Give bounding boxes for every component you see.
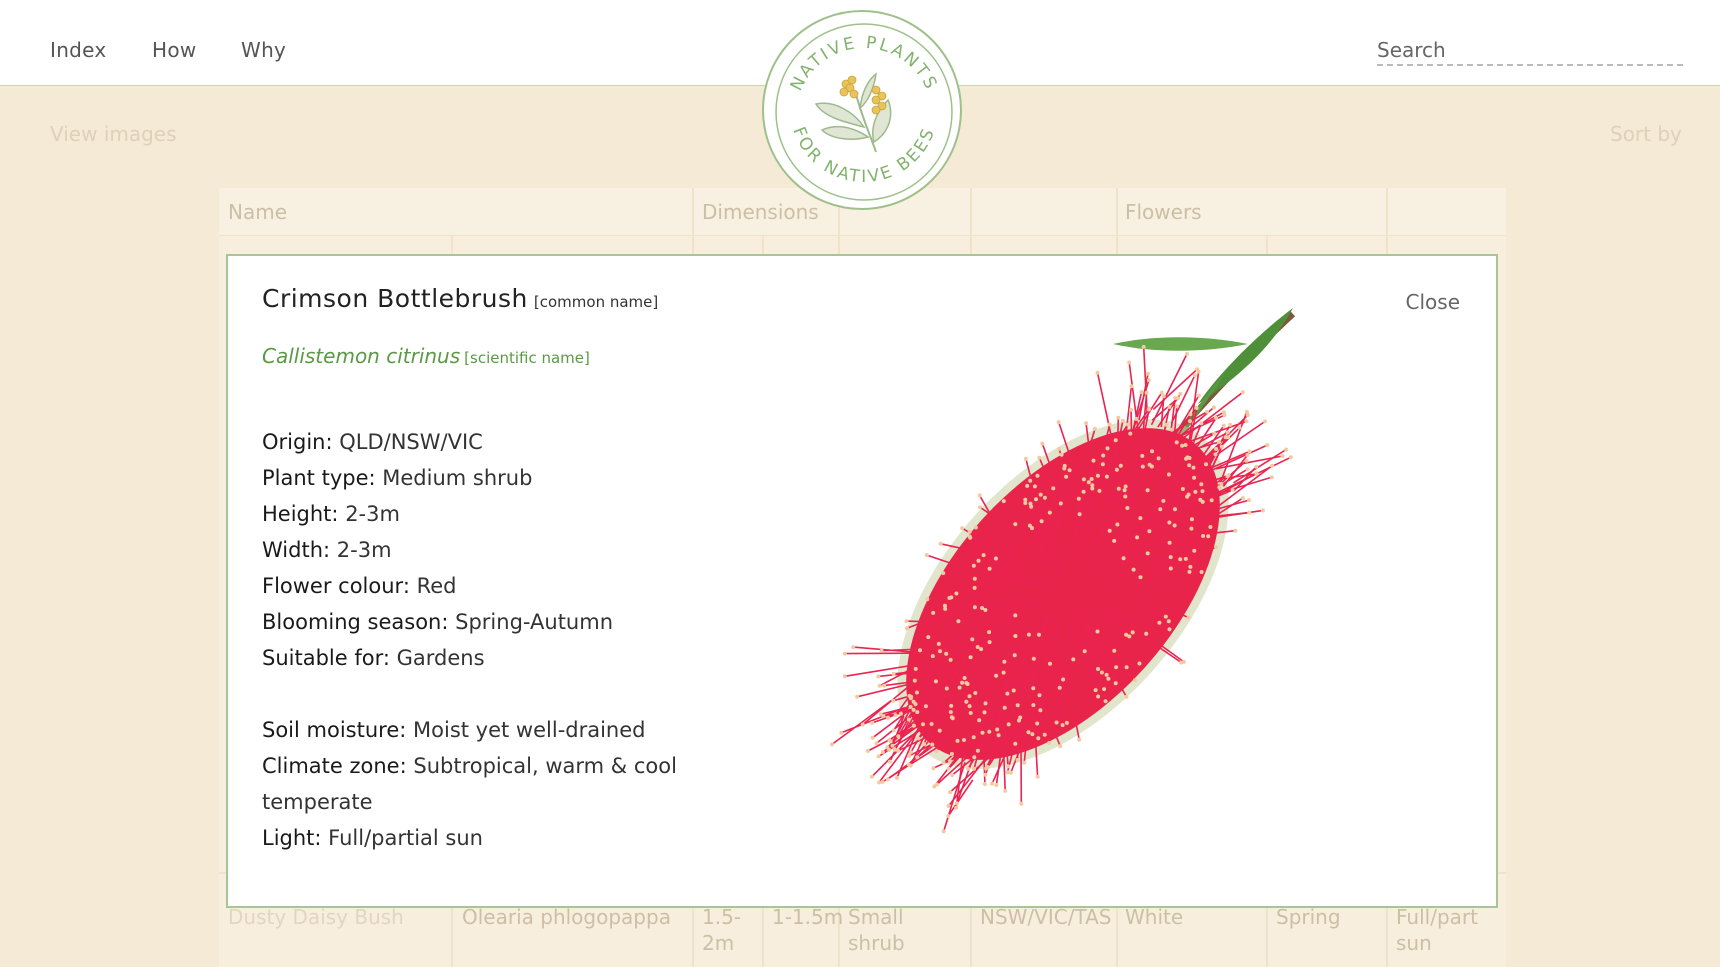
- plant-scientific: Callistemon citrinus [scientific name]: [262, 344, 590, 368]
- nav-index-link[interactable]: Index: [50, 38, 107, 62]
- table-divider: [219, 235, 1506, 236]
- attr-plant-type: Plant type: Medium shrub: [262, 466, 533, 490]
- common-name: Crimson Bottlebrush: [262, 284, 528, 313]
- attr-origin: Origin: QLD/NSW/VIC: [262, 430, 483, 454]
- plant-detail-modal: Close Crimson Bottlebrush [common name] C…: [226, 254, 1498, 908]
- nav-why-link[interactable]: Why: [241, 38, 286, 62]
- scientific-name: Callistemon citrinus: [262, 344, 461, 368]
- attr-flower-colour: Flower colour: Red: [262, 574, 457, 598]
- attr-width: Width: 2-3m: [262, 538, 392, 562]
- close-button[interactable]: Close: [1406, 290, 1460, 314]
- site-logo[interactable]: NATIVE PLANTS FOR NATIVE BEES: [762, 10, 962, 210]
- column-header-name[interactable]: Name: [228, 200, 287, 224]
- search-input[interactable]: [1377, 36, 1683, 64]
- attr-soil-moisture: Soil moisture: Moist yet well-drained: [262, 718, 646, 742]
- row-light: Full/part sun: [1396, 905, 1478, 955]
- attr-climate-zone: Climate zone: Subtropical, warm & cool t…: [262, 754, 677, 814]
- common-name-tag: [common name]: [533, 293, 659, 311]
- attr-height: Height: 2-3m: [262, 502, 400, 526]
- attr-blooming-season: Blooming season: Spring-Autumn: [262, 610, 614, 634]
- attr-light: Light: Full/partial sun: [262, 826, 483, 850]
- row-height: 1.5-2m: [702, 905, 742, 955]
- view-images-link[interactable]: View images: [50, 122, 177, 146]
- column-header-flowers[interactable]: Flowers: [1125, 200, 1202, 224]
- plant-title: Crimson Bottlebrush [common name]: [262, 284, 658, 313]
- bottlebrush-flower-image: [830, 308, 1296, 834]
- nav-how-link[interactable]: How: [152, 38, 197, 62]
- sort-by-button[interactable]: Sort by: [1610, 122, 1682, 146]
- search-field-wrapper: [1377, 36, 1683, 66]
- logo-emblem: NATIVE PLANTS FOR NATIVE BEES: [775, 23, 953, 201]
- plant-attributes: Origin: QLD/NSW/VIC Plant type: Medium s…: [262, 424, 722, 856]
- scientific-name-tag: [scientific name]: [464, 349, 590, 367]
- row-plant-type: Small shrub: [848, 905, 905, 955]
- attr-suitable-for: Suitable for: Gardens: [262, 646, 485, 670]
- attr-spacer: [262, 676, 722, 712]
